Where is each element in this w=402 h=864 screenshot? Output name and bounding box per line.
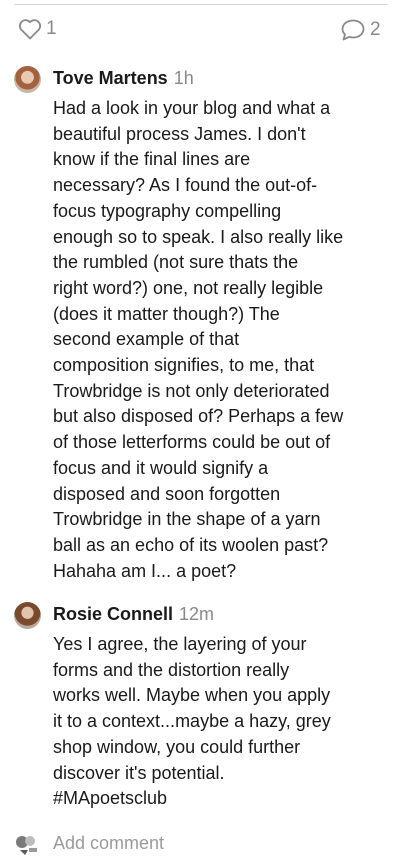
comment-line: second example of that [53,329,240,350]
comment-line: necessary? As I found the out-of- [53,175,318,196]
comments-button[interactable]: 2 [340,18,381,42]
comment-line: the rumbled (not sure thats the [53,252,299,273]
comment-line: discover it's potential. [53,762,225,783]
comment-line: enough so to speak. I also really like [53,226,344,247]
comment-line: Yes I agree, the layering of your [53,634,307,654]
speech-bubble-icon [340,18,366,42]
avatar-placeholder-icon [14,832,40,856]
comment-line: #MApoetsclub [53,788,168,809]
comment-line: Had a look in your blog and what a [53,98,331,118]
comment-line: focus typography compelling [53,200,282,221]
likes-count: 1 [46,18,57,39]
comment-line: forms and the distortion really [53,659,290,680]
comment-line: Hahaha am I... a poet? [53,560,237,581]
comment-meta: Tove Martens 1h [53,68,194,89]
top-divider [14,4,388,5]
comment-line: disposed and soon forgotten [53,483,281,504]
comment-author[interactable]: Rosie Connell [53,604,173,625]
like-button[interactable]: 1 [18,18,57,40]
comment-line: composition signifies, to me, that [53,355,315,376]
comment-line: works well. Maybe when you apply [53,685,331,706]
comment-line: shop window, you could further [53,736,301,757]
comment-line: know if the final lines are [53,149,251,170]
avatar[interactable] [14,602,41,629]
comment-line: of those letterforms could be out of [53,432,331,453]
comments-count: 2 [370,19,381,40]
comment-line: but also disposed of? Perhaps a few [53,406,344,427]
comment-body: Had a look in your blog and what a beaut… [53,96,378,584]
comment-line: Trowbridge in the shape of a yarn [53,509,321,530]
comment-line: ball as an echo of its woolen past? [53,534,329,555]
comment-line: (does it matter though?) The [53,303,280,324]
comment-body: Yes I agree, the layering of your forms … [53,632,378,812]
comment-line: it to a context...maybe a hazy, grey [53,711,331,732]
add-comment-input[interactable] [53,830,353,856]
heart-icon [18,18,42,40]
comment-line: right word?) one, not really legible [53,277,324,298]
comment-line: beautiful process James. I don't [53,123,306,144]
comment-meta: Rosie Connell 12m [53,604,214,625]
add-comment-row [0,828,402,858]
comment-line: focus and it would signify a [53,457,269,478]
comment-time: 1h [173,68,194,88]
stats-row: 1 2 [0,18,402,48]
comment-time: 12m [179,604,215,624]
avatar[interactable] [14,66,41,93]
comment-line: Trowbridge is not only deteriorated [53,380,330,401]
comment-author[interactable]: Tove Martens [53,68,168,89]
